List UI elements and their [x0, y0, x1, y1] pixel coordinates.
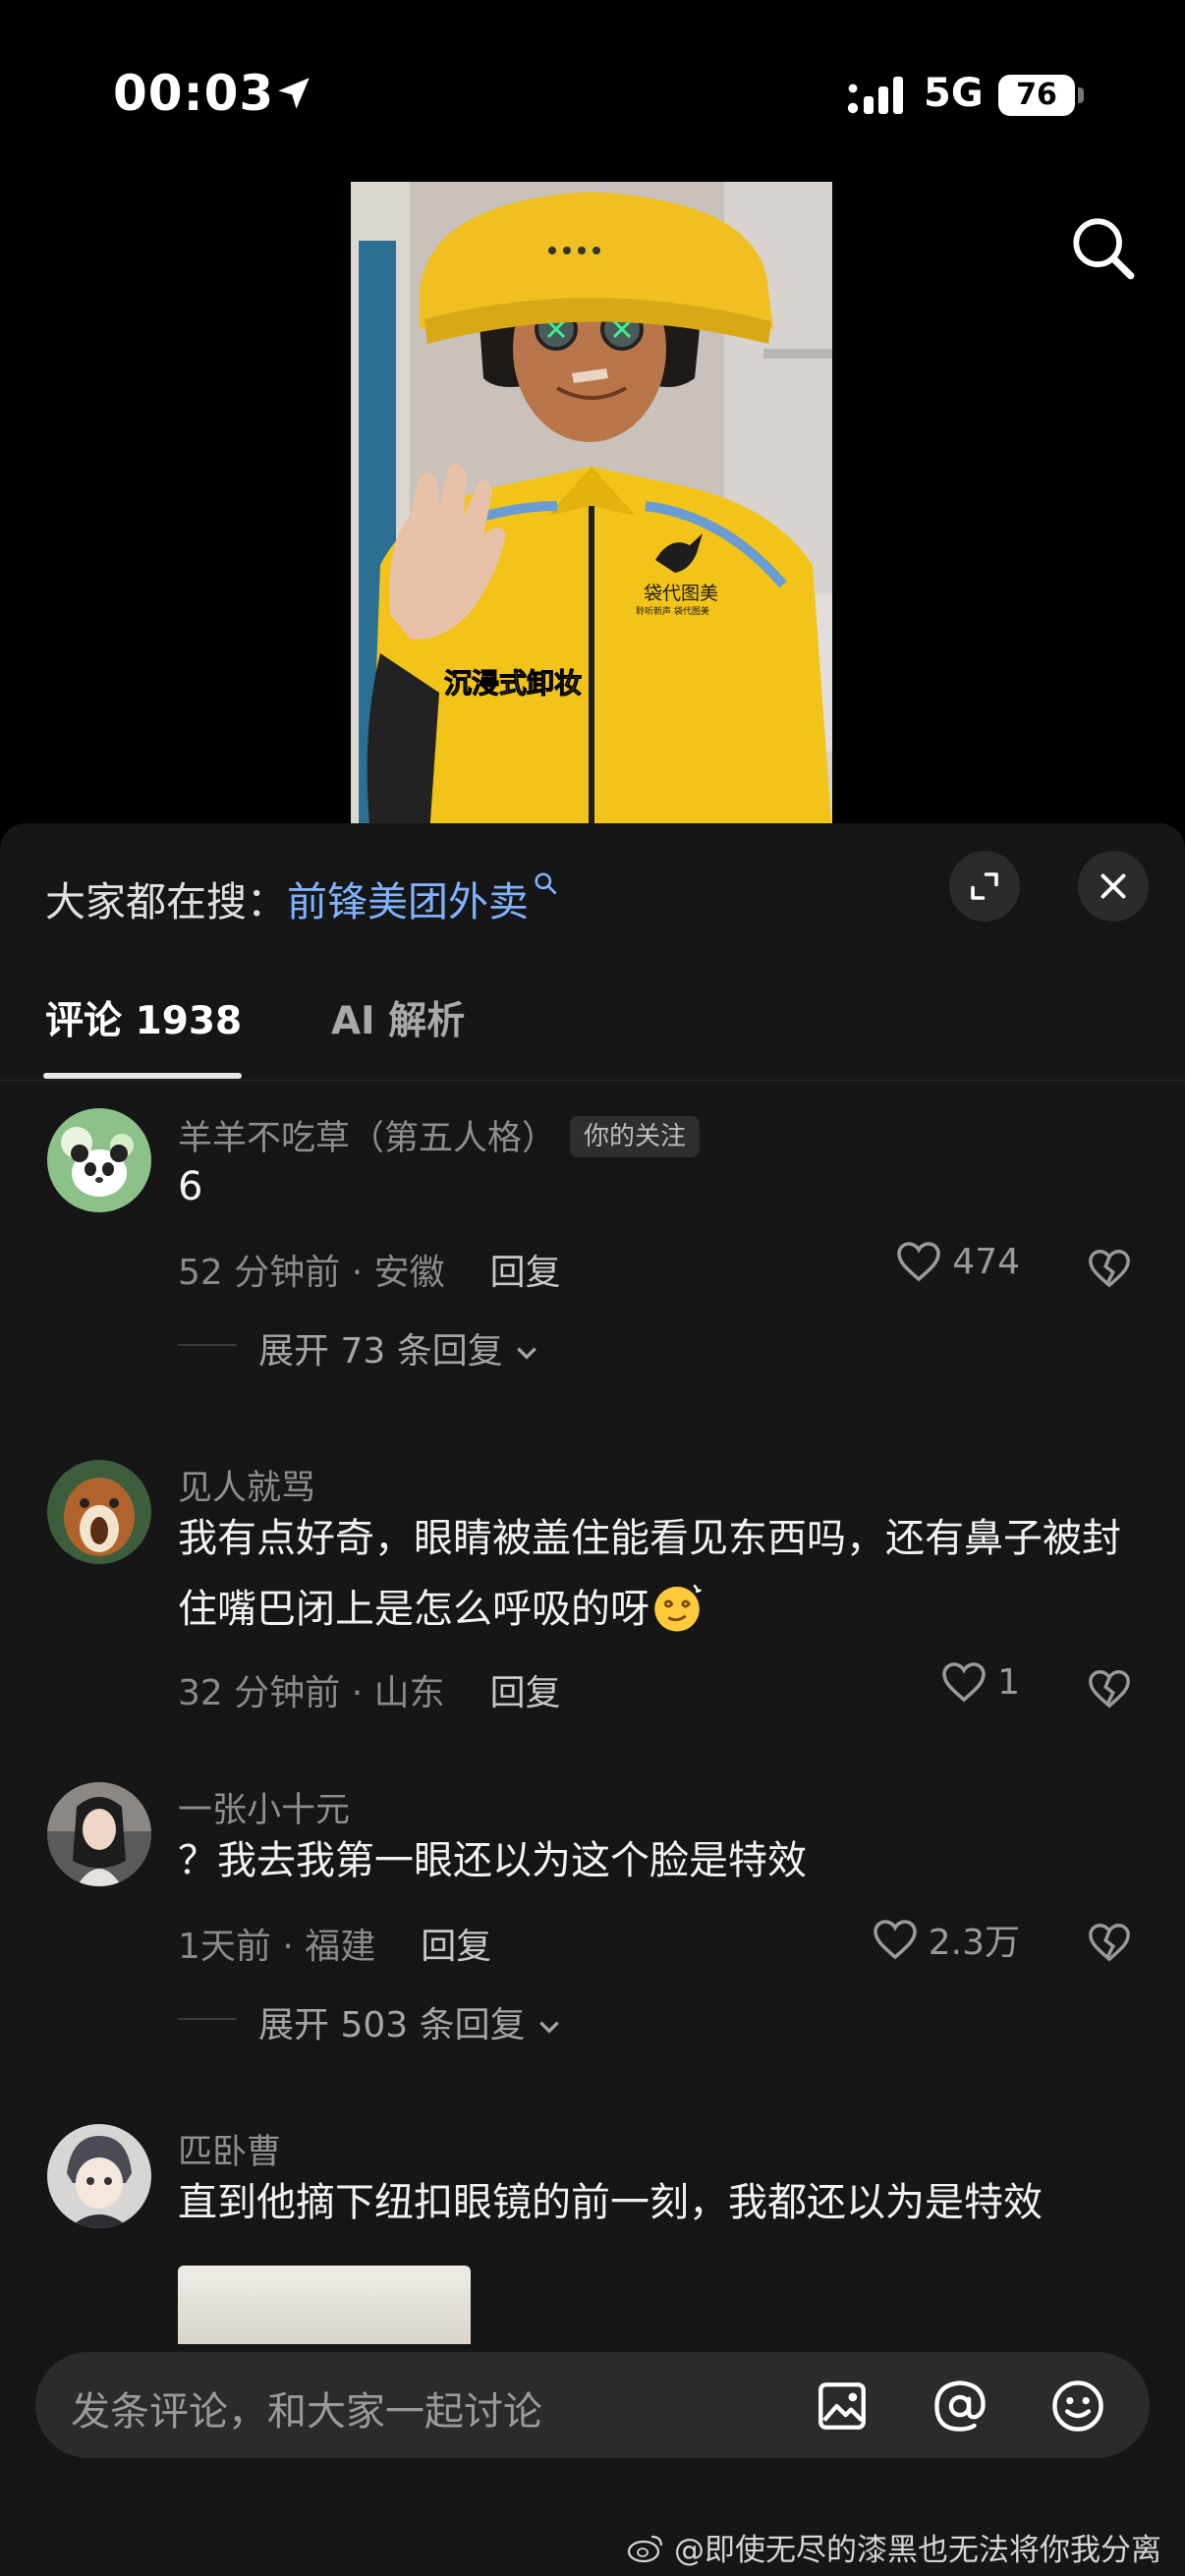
video-frame-image: 袋代图美 聆听新声 袋代图美 沉浸式卸妆 [351, 182, 832, 835]
comment-text: 我有点好奇，眼睛被盖住能看见东西吗，还有鼻子被封住嘴巴闭上是怎么呼吸的呀 [178, 1503, 1151, 1645]
comment-text: 直到他摘下纽扣眼镜的前一刻，我都还以为是特效 [178, 2180, 1043, 2225]
chevron-down-icon [517, 1347, 536, 1360]
reply-button[interactable]: 回复 [490, 1253, 561, 1293]
close-icon [1100, 873, 1126, 899]
avatar[interactable] [47, 1108, 151, 1212]
tab-comments[interactable]: 评论 1938 [45, 990, 242, 1045]
weibo-icon [627, 2535, 663, 2562]
signal-icon [847, 77, 903, 114]
tab-ai-analysis[interactable]: AI 解析 [331, 990, 465, 1045]
comment-time-location: 32 分钟前 · 山东 [178, 1673, 445, 1713]
comment-panel: 大家都在搜：前锋美团外卖 评论 1938 AI 解析 羊羊不吃草（第五人格） 你… [0, 823, 1185, 2576]
location-arrow-icon [278, 78, 310, 109]
battery-cap [1078, 87, 1084, 103]
comment-meta: 1天前 · 福建 回复 [178, 1918, 491, 1969]
comment-time-location: 52 分钟前 · 安徽 [178, 1253, 445, 1293]
heart-icon [942, 1662, 986, 1703]
expand-divider [178, 2018, 237, 2020]
comment-text: ？我去我第一眼还以为这个脸是特效 [178, 1838, 807, 1883]
heart-icon [873, 1920, 917, 1960]
expand-icon [971, 872, 998, 900]
search-icon[interactable] [1069, 214, 1138, 283]
trending-term-link[interactable]: 前锋美团外卖 [287, 878, 529, 925]
chevron-down-icon [539, 2021, 559, 2034]
comment-meta: 32 分钟前 · 山东 回复 [178, 1664, 561, 1715]
video-caption: 沉浸式卸妆 [444, 667, 582, 700]
like-count: 1 [997, 1661, 1020, 1703]
broken-heart-icon[interactable] [1087, 1246, 1132, 1291]
jacket-tagline: 聆听新声 袋代图美 [636, 605, 709, 617]
clock: 00:03 [113, 65, 275, 122]
like-button[interactable]: 2.3万 [872, 1914, 1020, 1965]
avatar[interactable] [47, 1782, 151, 1886]
comment-input-placeholder[interactable]: 发条评论，和大家一起讨论 [71, 2380, 542, 2436]
close-panel-button[interactable] [1078, 851, 1149, 922]
comment-input-bar[interactable]: 发条评论，和大家一起讨论 [35, 2352, 1150, 2458]
comment-text: 6 [178, 1164, 203, 1209]
at-icon[interactable] [931, 2378, 988, 2435]
network-type: 5G [924, 71, 984, 116]
comment-tabs: 评论 1938 AI 解析 [0, 990, 1185, 1081]
avatar[interactable] [47, 1460, 151, 1564]
status-bar: 00:03 5G 76 [0, 0, 1185, 187]
expand-panel-button[interactable] [949, 851, 1020, 922]
watermark: @即使无尽的漆黑也无法将你我分离 [627, 2525, 1161, 2569]
like-button[interactable]: 474 [895, 1240, 1020, 1283]
jacket-brand: 袋代图美 [644, 583, 718, 604]
reply-button[interactable]: 回复 [421, 1927, 491, 1967]
active-tab-indicator [43, 1073, 242, 1079]
broken-heart-icon[interactable] [1087, 1666, 1132, 1711]
expand-divider [178, 1344, 237, 1346]
avatar[interactable] [47, 2124, 151, 2228]
comment-image-thumbnail[interactable] [178, 2266, 471, 2344]
expand-replies-button[interactable]: 展开 503 条回复 [258, 1996, 562, 2047]
trending-prefix: 大家都在搜： [45, 878, 287, 925]
video-player[interactable]: 袋代图美 聆听新声 袋代图美 沉浸式卸妆 [351, 182, 832, 835]
battery-level: 76 [998, 75, 1075, 116]
like-count: 474 [952, 1241, 1020, 1282]
comment-time-location: 1天前 · 福建 [178, 1927, 376, 1967]
like-button[interactable]: 1 [940, 1660, 1020, 1704]
expand-replies-button[interactable]: 展开 73 条回复 [258, 1322, 539, 1373]
image-icon[interactable] [814, 2378, 871, 2435]
magnifier-icon [535, 872, 557, 895]
heart-icon [897, 1242, 941, 1282]
trending-search[interactable]: 大家都在搜：前锋美团外卖 [45, 868, 558, 927]
like-count: 2.3万 [928, 1923, 1020, 1963]
reply-button[interactable]: 回复 [490, 1673, 561, 1713]
emoji-icon[interactable] [1049, 2378, 1106, 2435]
broken-heart-icon[interactable] [1087, 1920, 1132, 1965]
comment-meta: 52 分钟前 · 安徽 回复 [178, 1244, 561, 1295]
dizzy-face-emoji-icon [654, 1584, 702, 1632]
